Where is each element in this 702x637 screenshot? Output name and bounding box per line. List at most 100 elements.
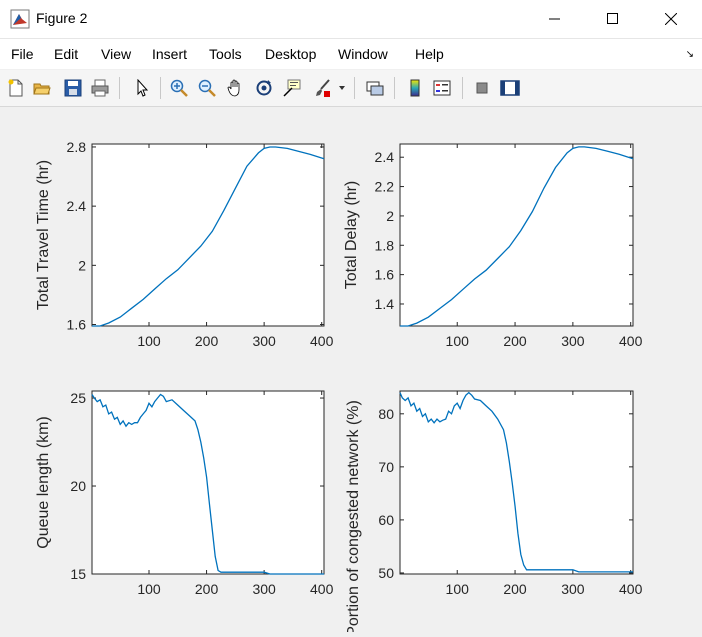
y-tick-label: 2.8 [67,139,87,155]
hide-plot-tools-icon [476,82,488,94]
new-figure-button[interactable] [4,76,28,100]
toolbar-separator [462,77,463,99]
print-button[interactable] [88,76,112,100]
x-tick-label: 200 [503,581,527,597]
axes-box [91,390,325,575]
zoom-in-button[interactable] [167,76,191,100]
new-figure-icon [8,79,23,97]
colorbar-icon [410,79,420,97]
y-tick-label: 1.6 [375,267,395,283]
subplot-2[interactable]: 100 200 300 400 1.4 1.6 1.8 2 2.2 2.4 Total Delay … [343,143,643,349]
open-file-button[interactable] [30,76,54,100]
brush-dropdown-icon [339,86,345,90]
y-tick-label: 2 [386,208,394,224]
print-icon [91,79,109,97]
x-tick-label: 400 [310,581,334,597]
y-tick-label: 15 [70,566,86,582]
axes-box [399,143,634,327]
open-file-icon [33,83,51,95]
menu-desktop[interactable]: Desktop [265,46,316,62]
pan-button[interactable] [223,76,247,100]
y-tick-label: 70 [378,459,394,475]
toolbar-separator [119,77,120,99]
subplot-3[interactable]: 100 200 300 400 15 20 25 Queue length (km) [35,390,334,597]
brush-button[interactable] [310,76,334,100]
edit-plot-arrow-icon [137,79,149,97]
data-cursor-icon [283,79,301,97]
y-tick-label: 60 [378,512,394,528]
pan-hand-icon [227,79,240,97]
x-tick-label: 200 [195,581,219,597]
legend-icon [433,80,451,96]
matlab-app-icon [10,9,30,29]
dock-arrow-icon[interactable]: ↘ [686,49,694,60]
menu-window[interactable]: Window [338,46,388,62]
zoom-in-icon [170,79,188,97]
menu-insert[interactable]: Insert [152,46,187,62]
y-tick-label: 2.2 [375,179,395,195]
x-tick-label: 400 [310,333,334,349]
x-tick-label: 200 [503,333,527,349]
toolbar-separator [394,77,395,99]
x-tick-label: 400 [619,333,643,349]
link-plot-icon [366,81,384,96]
zoom-out-icon [198,79,216,97]
y-tick-label: 80 [378,406,394,422]
edit-plot-button[interactable] [130,76,154,100]
data-cursor-button[interactable] [280,76,304,100]
rotate-3d-button[interactable] [252,76,276,100]
minimize-icon [549,18,560,20]
y-tick-label: 25 [70,390,86,406]
menu-bar: File Edit View Insert Tools Desktop Wind… [0,39,702,69]
window-title: Figure 2 [36,10,88,26]
y-tick-label: 2.4 [67,198,87,214]
axes-box [399,390,634,575]
y-tick-label: 2.4 [375,149,395,165]
menu-file[interactable]: File [11,46,34,62]
subplot-1[interactable]: 100 200 300 400 1.6 2 2.4 2.8 Total Travel Time … [35,139,334,349]
y-axis-label: Portion of congested network (%) [345,400,362,632]
y-axis-label: Queue length (km) [35,416,52,549]
show-plot-tools-button[interactable] [498,76,522,100]
link-plot-button[interactable] [363,76,387,100]
minimize-button[interactable] [532,0,578,38]
y-axis-label: Total Delay (hr) [343,181,360,289]
insert-legend-button[interactable] [430,76,454,100]
zoom-out-button[interactable] [195,76,219,100]
x-tick-label: 100 [137,333,161,349]
brush-icon [316,79,330,97]
y-tick-label: 50 [378,565,394,581]
x-tick-label: 100 [446,581,470,597]
save-button[interactable] [61,76,85,100]
y-axis-label: Total Travel Time (hr) [35,160,52,310]
x-tick-label: 400 [619,581,643,597]
toolbar-separator [354,77,355,99]
show-plot-tools-icon [500,80,520,96]
rotate-3d-icon [256,80,272,96]
insert-colorbar-button[interactable] [403,76,427,100]
y-tick-label: 20 [70,478,86,494]
x-tick-label: 100 [446,333,470,349]
window-titlebar: Figure 2 [0,0,702,39]
menu-help[interactable]: Help [415,46,444,62]
maximize-icon [607,13,618,24]
y-tick-label: 1.4 [375,296,395,312]
x-tick-label: 300 [561,333,585,349]
x-tick-label: 300 [561,581,585,597]
x-tick-label: 300 [252,581,276,597]
toolbar-separator [160,77,161,99]
x-tick-label: 200 [195,333,219,349]
maximize-button[interactable] [590,0,636,38]
close-button[interactable] [648,0,694,38]
y-tick-label: 2 [78,257,86,273]
figure-canvas: 100 200 300 400 1.6 2 2.4 2.8 Total Travel Time … [0,107,702,637]
menu-view[interactable]: View [101,46,131,62]
subplot-4[interactable]: 100 200 300 400 50 60 70 80 Portion of congested… [345,390,643,637]
subplot-grid[interactable]: 100 200 300 400 1.6 2 2.4 2.8 Total Travel Time … [0,107,702,637]
menu-tools[interactable]: Tools [209,46,242,62]
x-tick-label: 300 [252,333,276,349]
y-tick-label: 1.6 [67,317,87,333]
brush-dropdown-button[interactable] [336,76,348,100]
menu-edit[interactable]: Edit [54,46,78,62]
hide-plot-tools-button[interactable] [470,76,494,100]
